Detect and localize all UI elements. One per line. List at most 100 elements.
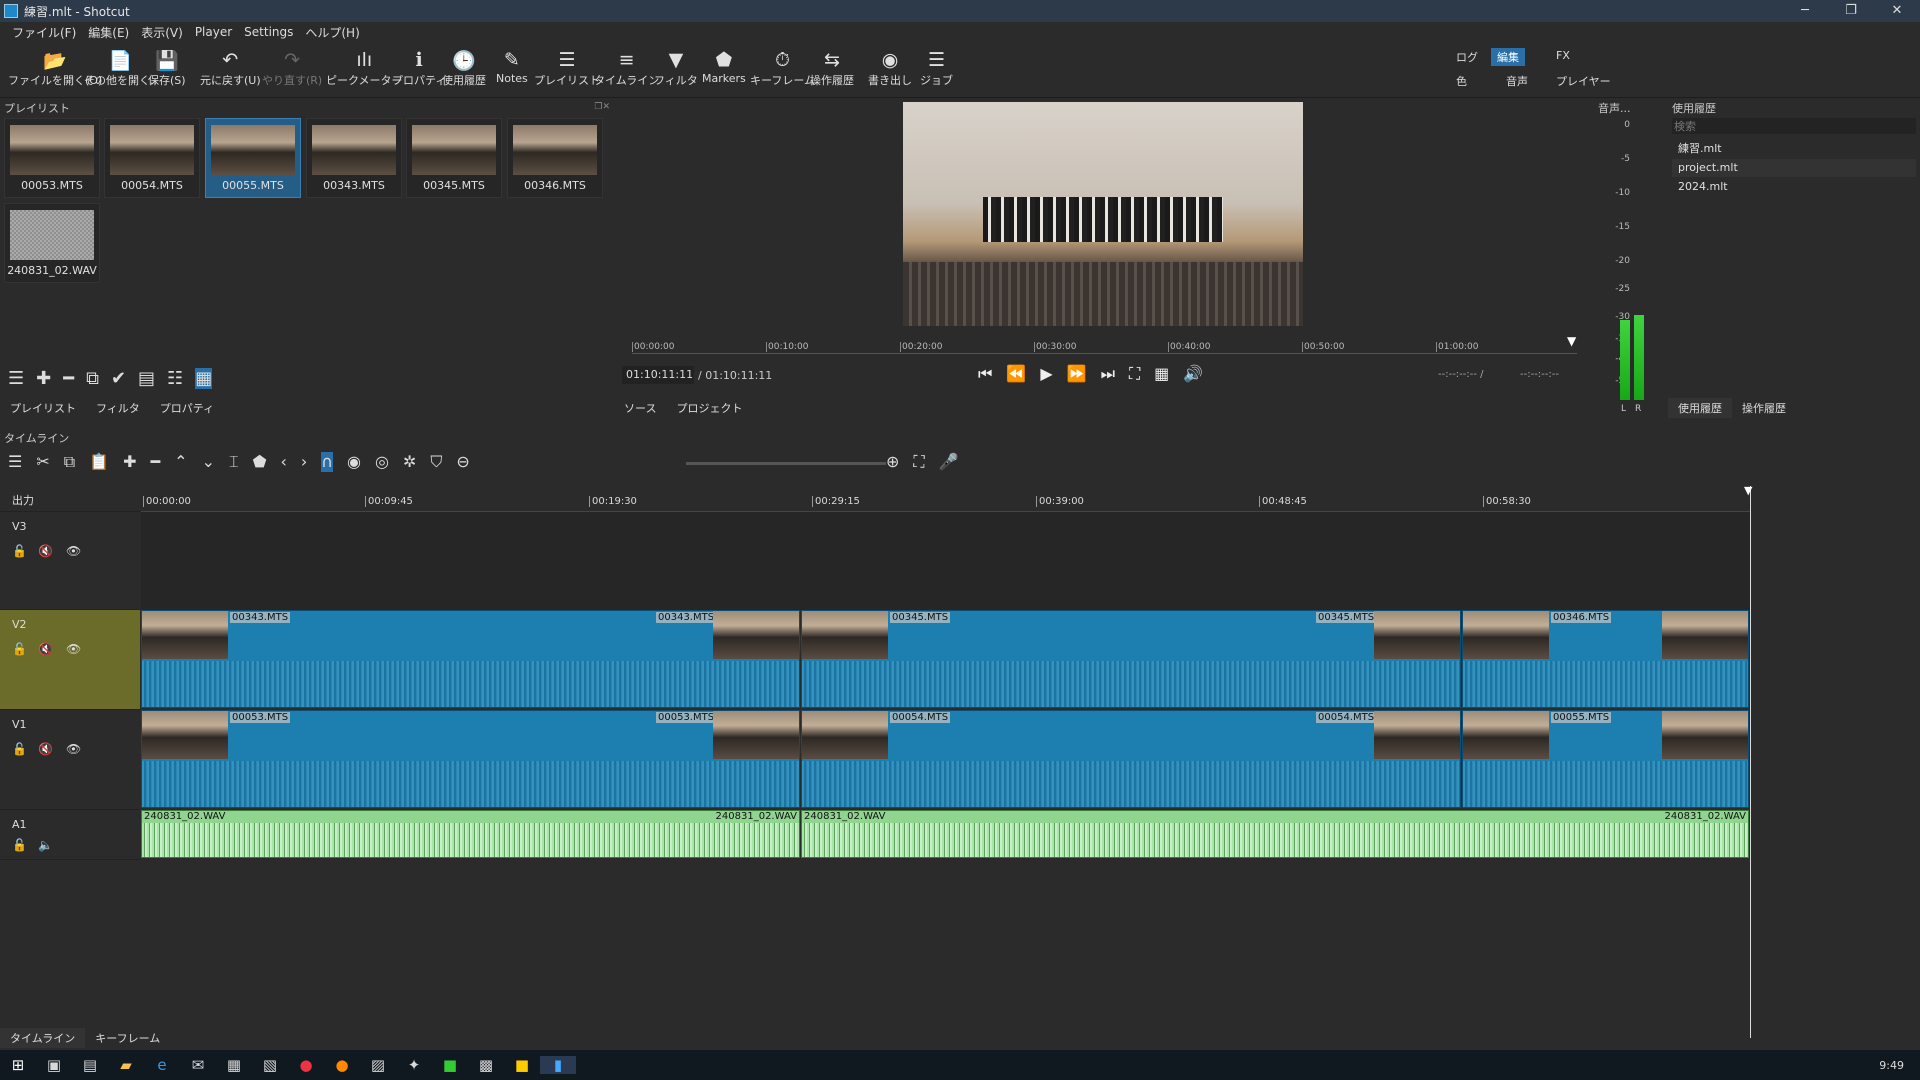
mute-icon[interactable]: 🔇: [38, 642, 53, 656]
folder-icon[interactable]: ▰: [108, 1056, 144, 1074]
zoom-slider[interactable]: [686, 462, 886, 465]
dock-buttons-icon[interactable]: ❐✕: [594, 102, 610, 112]
volume-icon[interactable]: 🔊: [1183, 364, 1203, 384]
layout-audio[interactable]: 音声: [1500, 72, 1534, 90]
line-icon[interactable]: ■: [432, 1056, 468, 1074]
details-view-icon[interactable]: ▤: [138, 368, 155, 389]
audio-clip[interactable]: 240831_02.WAV 240831_02.WAV: [801, 810, 1749, 858]
tab-keyframes[interactable]: キーフレーム: [85, 1028, 170, 1048]
lock-icon[interactable]: 🔓: [12, 742, 27, 756]
play-icon[interactable]: ▶: [1040, 364, 1052, 384]
layout-fx[interactable]: FX: [1550, 48, 1576, 63]
playhead-icon[interactable]: ▼: [1744, 484, 1752, 497]
save-button[interactable]: 💾 保存(S): [148, 48, 186, 88]
ripple-delete-icon[interactable]: ━: [151, 452, 161, 472]
recent-item[interactable]: 練習.mlt: [1672, 140, 1916, 158]
menu-view[interactable]: 表示(V): [135, 24, 189, 41]
minimize-button[interactable]: ─: [1782, 0, 1828, 22]
search-input[interactable]: 検索: [1672, 118, 1916, 134]
mute-icon[interactable]: 🔇: [38, 742, 53, 756]
playlist-clip[interactable]: 00054.MTS: [104, 118, 200, 198]
mute-icon[interactable]: 🔇: [38, 544, 53, 558]
close-button[interactable]: ✕: [1874, 0, 1920, 22]
append-icon[interactable]: ✚: [123, 452, 136, 472]
menu-help[interactable]: ヘルプ(H): [299, 24, 365, 41]
redo-button[interactable]: ↷ やり直す(R): [262, 48, 322, 88]
tab-history[interactable]: 操作履歴: [1732, 398, 1796, 418]
menu-player[interactable]: Player: [189, 25, 238, 39]
tab-project[interactable]: プロジェクト: [666, 398, 752, 418]
eye-icon[interactable]: 👁: [66, 742, 81, 756]
playlist-clip[interactable]: 00346.MTS: [507, 118, 603, 198]
scrub-icon[interactable]: ◉: [347, 452, 361, 472]
history-button[interactable]: ⇆ 操作履歴: [810, 48, 854, 88]
timeline-clip[interactable]: 00055.MTS: [1462, 710, 1749, 808]
layout-color[interactable]: 色: [1450, 72, 1473, 90]
keyframes-button[interactable]: ⏱ キーフレーム: [750, 48, 815, 88]
tab-properties[interactable]: プロパティ: [150, 398, 224, 418]
list-view-icon[interactable]: ☷: [167, 368, 183, 389]
remove-icon[interactable]: ━: [63, 368, 74, 389]
audio-clip[interactable]: 240831_02.WAV 240831_02.WAV: [141, 810, 800, 858]
split-icon[interactable]: ⌶: [229, 452, 239, 472]
timeline-button[interactable]: ≡ タイムライン: [594, 48, 659, 88]
previous-marker-icon[interactable]: ‹: [280, 452, 286, 472]
position-field[interactable]: 01:10:11:11: [622, 366, 694, 384]
app-icon[interactable]: ▩: [468, 1056, 504, 1074]
playlist-button[interactable]: ☰ プレイリスト: [534, 48, 600, 88]
app-icon[interactable]: ▤: [72, 1056, 108, 1074]
export-button[interactable]: ◉ 書き出し: [868, 48, 912, 88]
playlist-clip[interactable]: 00053.MTS: [4, 118, 100, 198]
rewind-icon[interactable]: ⏪: [1006, 364, 1026, 384]
chrome-icon[interactable]: ●: [288, 1056, 324, 1074]
zoom-fit-icon[interactable]: ⛶: [1129, 364, 1140, 384]
viewer-ruler[interactable]: 00:00:00 00:10:00 00:20:00 00:30:00 00:4…: [632, 334, 1577, 354]
properties-button[interactable]: ℹ プロパティ: [392, 48, 446, 88]
firefox-icon[interactable]: ●: [324, 1056, 360, 1074]
jobs-button[interactable]: ☰ ジョブ: [920, 48, 953, 88]
tab-playlist[interactable]: プレイリスト: [0, 398, 86, 418]
menu-settings[interactable]: Settings: [238, 25, 299, 39]
recent-button[interactable]: 🕒 使用履歴: [442, 48, 486, 88]
next-marker-icon[interactable]: ›: [301, 452, 307, 472]
video-preview[interactable]: [903, 102, 1303, 326]
lock-icon[interactable]: 🔓: [12, 838, 27, 852]
eye-icon[interactable]: 👁: [66, 642, 81, 656]
browser-icon[interactable]: e: [144, 1056, 180, 1074]
timeline-clip[interactable]: 00054.MTS 00054.MTS: [801, 710, 1461, 808]
ripple-markers-icon[interactable]: ⛉: [430, 452, 442, 472]
timeline-ruler[interactable]: 00:00:00 00:09:45 00:19:30 00:29:15 00:3…: [141, 486, 1751, 512]
track-header-a1[interactable]: A1 🔓 🔈: [0, 810, 140, 860]
timeline-clip[interactable]: 00345.MTS 00345.MTS: [801, 610, 1461, 708]
restore-button[interactable]: ❐: [1828, 0, 1874, 22]
layout-player[interactable]: プレイヤー: [1550, 72, 1617, 90]
record-audio-icon[interactable]: 🎤: [939, 452, 959, 472]
markers-button[interactable]: ⬟ Markers: [702, 48, 746, 85]
playlist-clip[interactable]: 240831_02.WAV: [4, 203, 100, 283]
menu-icon[interactable]: ☰: [8, 368, 24, 389]
playhead-icon[interactable]: ▼: [1567, 334, 1576, 348]
eye-icon[interactable]: 👁: [66, 544, 81, 558]
undo-button[interactable]: ↶ 元に戻す(U): [200, 48, 261, 88]
skip-previous-icon[interactable]: ⏮: [978, 364, 992, 384]
snap-icon[interactable]: ∩: [321, 452, 334, 472]
menu-file[interactable]: ファイル(F): [6, 24, 82, 41]
playlist-clip[interactable]: 00345.MTS: [406, 118, 502, 198]
paste-icon[interactable]: 📋: [89, 452, 109, 472]
cut-icon[interactable]: ✂: [36, 452, 49, 472]
lift-icon[interactable]: ⌃: [174, 452, 187, 472]
zoom-out-icon[interactable]: ⊖: [456, 452, 469, 472]
grid-icon[interactable]: ▦: [1154, 364, 1169, 384]
add-icon[interactable]: ✚: [36, 368, 51, 389]
shotcut-taskbar-icon[interactable]: ▮: [540, 1056, 576, 1074]
tab-timeline[interactable]: タイムライン: [0, 1028, 86, 1048]
menu-edit[interactable]: 編集(E): [82, 24, 135, 41]
check-icon[interactable]: ✔: [111, 368, 126, 389]
layout-logging[interactable]: ログ: [1450, 48, 1484, 66]
playlist-clip-selected[interactable]: 00055.MTS: [205, 118, 301, 198]
open-other-button[interactable]: 📄 その他を開く..: [84, 48, 157, 88]
grid-view-icon[interactable]: ▦: [195, 368, 213, 389]
overwrite-icon[interactable]: ⌄: [202, 452, 215, 472]
tab-filters[interactable]: フィルタ: [86, 398, 150, 418]
app-icon[interactable]: ▦: [216, 1056, 252, 1074]
